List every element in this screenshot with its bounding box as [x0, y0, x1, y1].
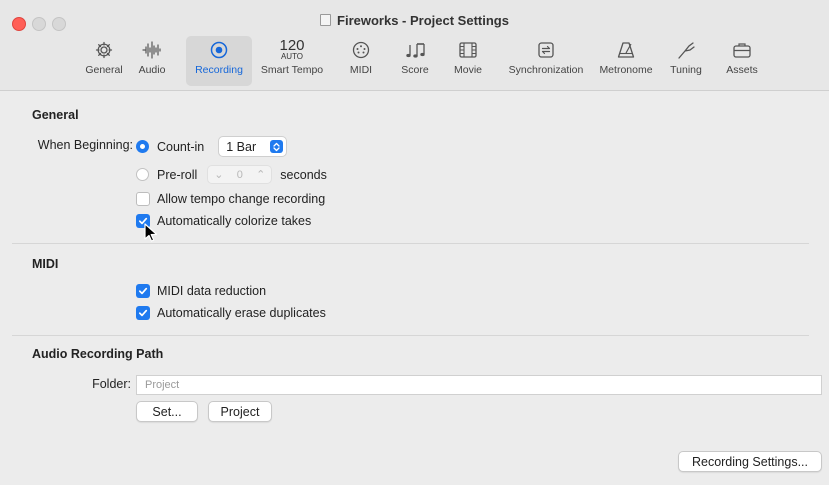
waveform-icon: [142, 41, 161, 59]
count-in-radio[interactable]: [136, 140, 149, 153]
tuning-fork-icon: [678, 42, 695, 59]
count-in-row: Count-in 1 Bar: [136, 136, 288, 157]
document-icon: [320, 14, 332, 26]
tab-recording[interactable]: Recording: [186, 36, 252, 86]
tab-score[interactable]: Score: [396, 36, 434, 86]
window-title-text: Fireworks - Project Settings: [337, 13, 509, 28]
tab-midi-label: MIDI: [349, 64, 373, 76]
tab-tuning[interactable]: Tuning: [664, 36, 708, 86]
midi-data-reduction-label: MIDI data reduction: [157, 284, 267, 298]
project-settings-window: Fireworks - Project Settings General Aud…: [0, 0, 829, 485]
tab-assets-label: Assets: [726, 64, 758, 76]
tab-general[interactable]: General: [78, 36, 130, 86]
allow-tempo-checkbox[interactable]: [136, 192, 150, 206]
count-in-label: Count-in: [157, 139, 205, 154]
pre-roll-label: Pre-roll: [157, 167, 198, 182]
settings-toolbar: General Audio Recording 120 AUTO Smart Te…: [0, 36, 829, 88]
count-in-popup[interactable]: 1 Bar: [218, 136, 288, 157]
pre-roll-radio[interactable]: [136, 168, 149, 181]
tab-smart-tempo-label: Smart Tempo: [260, 64, 324, 76]
allow-tempo-row: Allow tempo change recording: [136, 192, 325, 206]
tab-metronome[interactable]: Metronome: [594, 36, 658, 86]
erase-duplicates-row: Automatically erase duplicates: [136, 306, 326, 320]
section-divider: [12, 335, 809, 336]
tab-synchronization[interactable]: Synchronization: [504, 36, 588, 86]
tab-general-label: General: [85, 64, 123, 76]
tempo-mode: AUTO: [280, 52, 304, 61]
tab-recording-label: Recording: [195, 64, 243, 76]
allow-tempo-label: Allow tempo change recording: [157, 192, 326, 206]
tab-score-label: Score: [401, 64, 429, 76]
film-icon: [459, 42, 477, 58]
when-beginning-label: When Beginning:: [37, 138, 133, 152]
chevron-up-icon[interactable]: ⌃: [256, 168, 265, 181]
folder-path-field[interactable]: Project: [136, 375, 822, 395]
pre-roll-stepper[interactable]: ⌄ 0 ⌃: [207, 165, 273, 184]
tab-movie-label: Movie: [453, 64, 482, 76]
record-icon: [210, 41, 228, 59]
metronome-icon: [617, 42, 635, 58]
tempo-icon: 120 AUTO: [279, 36, 304, 64]
audio-recording-path-heading: Audio Recording Path: [32, 347, 164, 361]
tab-smart-tempo[interactable]: 120 AUTO Smart Tempo: [254, 36, 330, 86]
tab-audio[interactable]: Audio: [130, 36, 174, 86]
section-divider: [12, 243, 809, 244]
pre-roll-row: Pre-roll ⌄ 0 ⌃ seconds: [136, 165, 327, 184]
colorize-takes-label: Automatically colorize takes: [157, 214, 312, 228]
gear-icon: [95, 41, 113, 59]
midi-port-icon: [352, 41, 370, 59]
tab-metronome-label: Metronome: [599, 64, 653, 76]
set-folder-button[interactable]: Set...: [136, 401, 198, 422]
tab-tuning-label: Tuning: [670, 64, 702, 76]
project-folder-button[interactable]: Project: [208, 401, 272, 422]
tab-assets[interactable]: Assets: [720, 36, 764, 86]
midi-section-heading: MIDI: [32, 257, 59, 271]
checkmark-icon: [138, 287, 148, 295]
erase-duplicates-label: Automatically erase duplicates: [157, 306, 326, 320]
recording-settings-button[interactable]: Recording Settings...: [678, 451, 822, 472]
pre-roll-value: 0: [236, 168, 243, 181]
window-title: Fireworks - Project Settings: [0, 13, 829, 28]
briefcase-icon: [733, 43, 751, 58]
general-section-heading: General: [32, 108, 79, 122]
checkmark-icon: [138, 309, 148, 317]
chevron-updown-icon: [270, 140, 284, 153]
tab-audio-label: Audio: [138, 64, 166, 76]
sync-icon: [538, 42, 554, 58]
settings-content: General When Beginning: Count-in 1 Bar P…: [12, 91, 829, 485]
title-bar: Fireworks - Project Settings General Aud…: [0, 0, 829, 91]
midi-data-reduction-checkbox[interactable]: [136, 284, 150, 298]
tab-movie[interactable]: Movie: [448, 36, 488, 86]
midi-data-reduction-row: MIDI data reduction: [136, 284, 266, 298]
folder-label: Folder:: [92, 377, 131, 391]
count-in-value: 1 Bar: [226, 139, 257, 154]
notes-icon: [406, 43, 425, 58]
pre-roll-unit: seconds: [280, 167, 327, 182]
colorize-takes-row: Automatically colorize takes: [136, 214, 311, 228]
chevron-down-icon[interactable]: ⌄: [214, 168, 223, 181]
mouse-pointer-icon: [144, 223, 158, 242]
erase-duplicates-checkbox[interactable]: [136, 306, 150, 320]
tab-midi[interactable]: MIDI: [344, 36, 378, 86]
tab-synchronization-label: Synchronization: [508, 64, 584, 76]
